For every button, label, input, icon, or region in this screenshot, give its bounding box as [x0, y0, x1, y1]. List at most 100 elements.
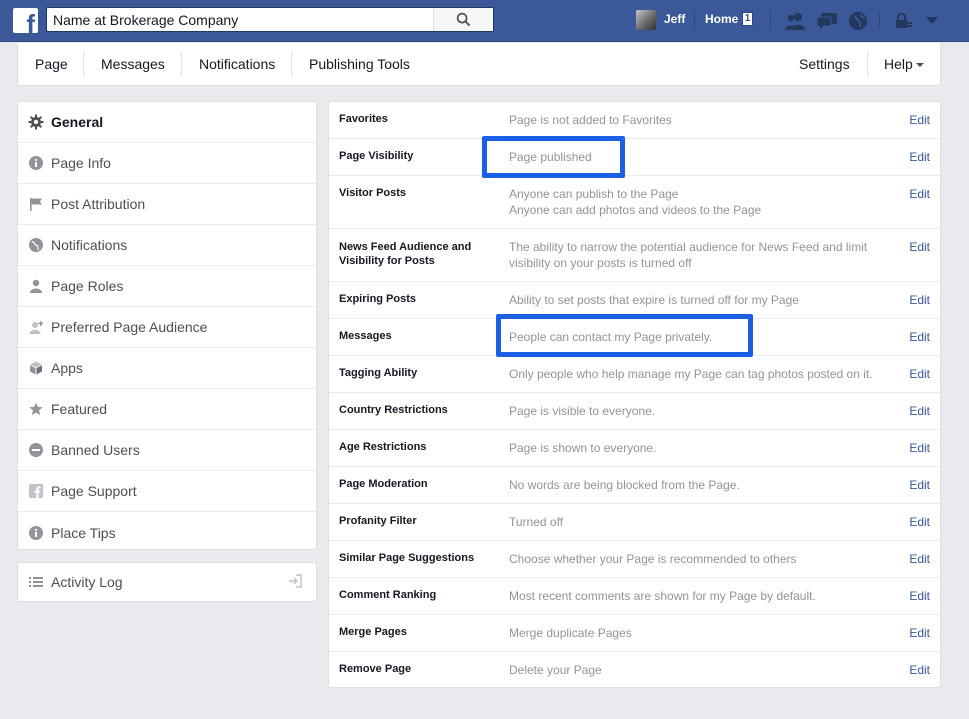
flag-icon — [28, 196, 44, 212]
setting-value: Only people who help manage my Page can … — [509, 366, 889, 382]
setting-value-line: The ability to narrow the potential audi… — [509, 240, 868, 270]
sidebar-item-label: General — [51, 114, 104, 130]
setting-value-line: Anyone can publish to the Page — [509, 187, 679, 201]
setting-name: Visitor Posts — [339, 187, 407, 199]
setting-name: Merge Pages — [339, 626, 407, 638]
sidebar-item-banned-users[interactable]: Banned Users — [18, 430, 316, 471]
page-nav-bar: Page Messages Notifications Publishing T… — [17, 43, 941, 86]
open-activity-log-icon[interactable] — [288, 574, 304, 590]
setting-name: Profanity Filter — [339, 515, 417, 527]
settings-row-remove-page: Remove Page Delete your Page Edit — [329, 652, 940, 687]
audience-icon — [28, 319, 44, 335]
settings-row-merge-pages: Merge Pages Merge duplicate Pages Edit — [329, 615, 940, 652]
setting-name: Comment Ranking — [339, 589, 437, 601]
general-settings-panel: Favorites Page is not added to Favorites… — [328, 101, 941, 688]
messages-icon[interactable] — [816, 10, 838, 32]
activity-log-link[interactable]: Activity Log — [17, 562, 317, 602]
edit-similar-page-suggestions-link[interactable]: Edit — [909, 551, 930, 567]
tab-settings[interactable]: Settings — [799, 43, 850, 85]
facebook-logo-icon[interactable]: f — [13, 8, 38, 33]
privacy-lock-icon[interactable] — [893, 10, 915, 32]
sidebar-item-label: Banned Users — [51, 442, 140, 458]
setting-name: Tagging Ability — [339, 367, 418, 379]
sidebar-item-place-tips[interactable]: Place Tips — [18, 512, 316, 553]
sidebar-item-preferred-page-audience[interactable]: Preferred Page Audience — [18, 307, 316, 348]
profile-link[interactable]: Jeff — [664, 12, 685, 26]
tab-notifications[interactable]: Notifications — [199, 43, 275, 85]
sidebar-item-featured[interactable]: Featured — [18, 389, 316, 430]
divider — [694, 11, 695, 29]
setting-value: Anyone can publish to the Page Anyone can… — [509, 186, 889, 218]
search-box[interactable]: Name at Brokerage Company — [46, 7, 494, 32]
highlight-box-messages — [496, 314, 753, 357]
sidebar-item-label: Notifications — [51, 237, 128, 253]
sidebar-item-label: Place Tips — [51, 524, 116, 541]
sidebar-item-general[interactable]: General — [18, 102, 316, 143]
sidebar-item-label: Post Attribution — [51, 196, 146, 212]
sidebar-item-label: Page Support — [51, 483, 137, 499]
settings-row-page-moderation: Page Moderation No words are being block… — [329, 467, 940, 504]
friend-requests-icon[interactable] — [784, 10, 806, 32]
divider — [879, 11, 880, 29]
edit-remove-page-link[interactable]: Edit — [909, 662, 930, 678]
account-menu-chevron-down-icon[interactable] — [921, 10, 943, 32]
edit-news-feed-audience-link[interactable]: Edit — [909, 239, 930, 255]
divider — [83, 52, 84, 76]
setting-value: Most recent comments are shown for my Pa… — [509, 588, 889, 604]
home-count-badge: 1 — [742, 12, 753, 26]
sidebar-item-label: Featured — [51, 401, 108, 417]
info-icon — [28, 525, 44, 541]
edit-expiring-posts-link[interactable]: Edit — [909, 292, 930, 308]
edit-profanity-filter-link[interactable]: Edit — [909, 514, 930, 530]
settings-row-country-restrictions: Country Restrictions Page is visible to … — [329, 393, 940, 430]
setting-value: Merge duplicate Pages — [509, 625, 889, 641]
edit-country-restrictions-link[interactable]: Edit — [909, 403, 930, 419]
setting-name: Favorites — [339, 113, 388, 125]
setting-value: Page is not added to Favorites — [509, 112, 889, 128]
tab-publishing-tools[interactable]: Publishing Tools — [309, 43, 410, 85]
edit-messages-link[interactable]: Edit — [909, 329, 930, 345]
setting-name: Page Visibility — [339, 150, 414, 162]
settings-sidebar: General Page Info Post Attribution Notif… — [17, 101, 317, 550]
home-link[interactable]: Home — [705, 12, 738, 26]
tab-page[interactable]: Page — [35, 43, 68, 85]
edit-merge-pages-link[interactable]: Edit — [909, 625, 930, 641]
edit-tagging-ability-link[interactable]: Edit — [909, 366, 930, 382]
edit-comment-ranking-link[interactable]: Edit — [909, 588, 930, 604]
tab-messages[interactable]: Messages — [101, 43, 165, 85]
facebook-icon — [28, 483, 44, 499]
sidebar-item-notifications[interactable]: Notifications — [18, 225, 316, 266]
setting-value-line: Choose whether your Page is recommended … — [509, 552, 797, 566]
setting-value: Page is shown to everyone. — [509, 440, 889, 456]
edit-page-moderation-link[interactable]: Edit — [909, 477, 930, 493]
sidebar-item-label: Page Info — [51, 155, 111, 171]
setting-value: Choose whether your Page is recommended … — [509, 551, 889, 567]
search-button[interactable] — [433, 8, 493, 31]
setting-value: Turned off — [509, 514, 889, 530]
setting-value-line: Only people who help manage my Page can … — [509, 367, 873, 381]
sidebar-item-page-info[interactable]: Page Info — [18, 143, 316, 184]
sidebar-item-post-attribution[interactable]: Post Attribution — [18, 184, 316, 225]
sidebar-item-page-roles[interactable]: Page Roles — [18, 266, 316, 307]
search-input[interactable]: Name at Brokerage Company — [47, 12, 433, 28]
sidebar-item-page-support[interactable]: Page Support — [18, 471, 316, 512]
edit-age-restrictions-link[interactable]: Edit — [909, 440, 930, 456]
settings-row-favorites: Favorites Page is not added to Favorites… — [329, 102, 940, 139]
edit-visitor-posts-link[interactable]: Edit — [909, 186, 930, 202]
globe-notifications-icon[interactable] — [847, 10, 869, 32]
setting-name: Page Moderation — [339, 478, 428, 490]
globe-icon — [28, 237, 44, 253]
edit-page-visibility-link[interactable]: Edit — [909, 149, 930, 165]
settings-row-visitor-posts: Visitor Posts Anyone can publish to the … — [329, 176, 940, 229]
star-icon — [28, 401, 44, 417]
setting-value: Delete your Page — [509, 662, 889, 678]
setting-value: Page is visible to everyone. — [509, 403, 889, 419]
settings-row-similar-page-suggestions: Similar Page Suggestions Choose whether … — [329, 541, 940, 578]
setting-value-line: Anyone can add photos and videos to the … — [509, 203, 762, 217]
sidebar-item-apps[interactable]: Apps — [18, 348, 316, 389]
avatar[interactable] — [636, 10, 656, 30]
edit-favorites-link[interactable]: Edit — [909, 112, 930, 128]
help-menu[interactable]: Help — [884, 43, 924, 85]
help-label: Help — [884, 56, 913, 72]
list-icon — [28, 574, 44, 590]
